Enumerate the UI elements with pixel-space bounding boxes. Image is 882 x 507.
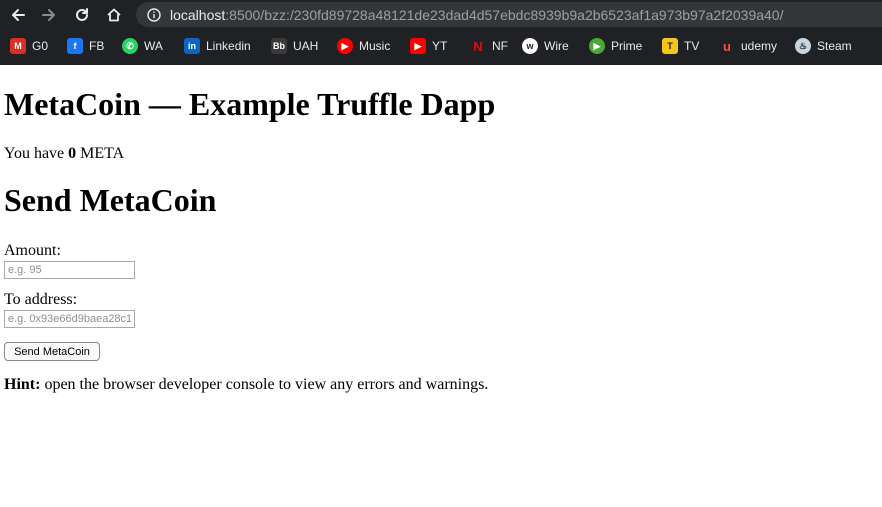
youtube-icon: ▶ [410, 38, 426, 54]
bookmark-udemy[interactable]: u udemy [719, 38, 777, 54]
bookmark-label: TV [684, 39, 700, 53]
wire-icon: w [522, 38, 538, 54]
address-bar[interactable]: localhost:8500/bzz:/230fd89728a48121de23… [136, 2, 882, 27]
hint-label: Hint: [4, 376, 41, 393]
balance-suffix: META [76, 145, 125, 162]
bookmark-music[interactable]: ▶ Music [337, 38, 390, 54]
bookmark-yt[interactable]: ▶ YT [410, 38, 447, 54]
amount-label: Amount: [4, 242, 61, 259]
browser-toolbar: localhost:8500/bzz:/230fd89728a48121de23… [0, 0, 882, 30]
balance-prefix: You have [4, 145, 69, 162]
facebook-icon: f [67, 38, 83, 54]
send-metacoin-button[interactable]: Send MetaCoin [4, 342, 100, 361]
url-host: localhost [170, 6, 226, 23]
bookmark-label: FB [89, 39, 105, 53]
bookmarks-bar: M G0 f FB ✆ WA in Linkedin Bb UAH ▶ Music ▶ YT N NF w Wir… [0, 34, 882, 58]
bookmark-label: G0 [32, 39, 49, 53]
blackboard-icon: Bb [271, 38, 287, 54]
url-path: :8500/bzz:/230fd89728a48121de23dad4d57eb… [225, 6, 784, 23]
balance-line: You have 0 META [4, 145, 124, 163]
bookmark-prime[interactable]: ▶ Prime [589, 38, 642, 54]
steam-icon: ♨ [795, 38, 811, 54]
page-title: MetaCoin — Example Truffle Dapp [4, 86, 496, 122]
reload-icon [76, 8, 88, 21]
to-address-label: To address: [4, 291, 78, 308]
bookmark-tv[interactable]: T TV [662, 38, 699, 54]
bookmark-uah[interactable]: Bb UAH [271, 38, 318, 54]
bookmark-label: WA [144, 39, 163, 53]
bookmark-label: udemy [741, 39, 778, 53]
bookmark-label: NF [492, 39, 508, 53]
home-icon [107, 8, 121, 22]
forward-button[interactable] [38, 4, 60, 26]
bookmark-wa[interactable]: ✆ WA [122, 38, 163, 54]
linkedin-icon: in [184, 38, 200, 54]
bookmark-label: UAH [293, 39, 319, 53]
home-button[interactable] [103, 4, 125, 26]
hint-line: Hint: open the browser developer console… [4, 376, 488, 394]
tv-icon: T [662, 38, 678, 54]
bookmark-steam[interactable]: ♨ Steam [795, 38, 852, 54]
url-text[interactable]: localhost:8500/bzz:/230fd89728a48121de23… [170, 7, 783, 23]
bookmark-linkedin[interactable]: in Linkedin [184, 38, 251, 54]
whatsapp-icon: ✆ [122, 38, 138, 54]
browser-chrome: localhost:8500/bzz:/230fd89728a48121de23… [0, 0, 882, 65]
bookmark-fb[interactable]: f FB [67, 38, 104, 54]
hint-text: open the browser developer console to vi… [40, 376, 489, 393]
back-button[interactable] [7, 4, 29, 26]
bookmark-label: YT [432, 39, 448, 53]
bookmark-label: Steam [817, 39, 852, 53]
page-content: MetaCoin — Example Truffle Dapp You have… [0, 65, 882, 507]
bookmark-label: Linkedin [206, 39, 251, 53]
bookmark-label: Prime [611, 39, 643, 53]
youtube-music-icon: ▶ [337, 38, 353, 54]
bookmark-label: Wire [544, 39, 569, 53]
netflix-icon: N [473, 38, 483, 54]
bookmark-nf[interactable]: N NF [470, 38, 508, 54]
amount-input[interactable] [4, 261, 135, 279]
bookmark-wire[interactable]: w Wire [522, 38, 569, 54]
balance-value: 0 [68, 145, 77, 162]
to-address-input[interactable] [4, 310, 135, 328]
reload-button[interactable] [71, 4, 93, 26]
bookmark-label: Music [359, 39, 391, 53]
back-arrow-icon [12, 9, 25, 21]
info-icon[interactable] [146, 7, 162, 23]
send-heading: Send MetaCoin [4, 182, 217, 218]
prime-video-icon: ▶ [589, 38, 605, 54]
bookmark-g0[interactable]: M G0 [10, 38, 48, 54]
forward-arrow-icon [42, 9, 55, 21]
gmail-icon: M [10, 38, 26, 54]
udemy-icon: u [723, 38, 731, 54]
